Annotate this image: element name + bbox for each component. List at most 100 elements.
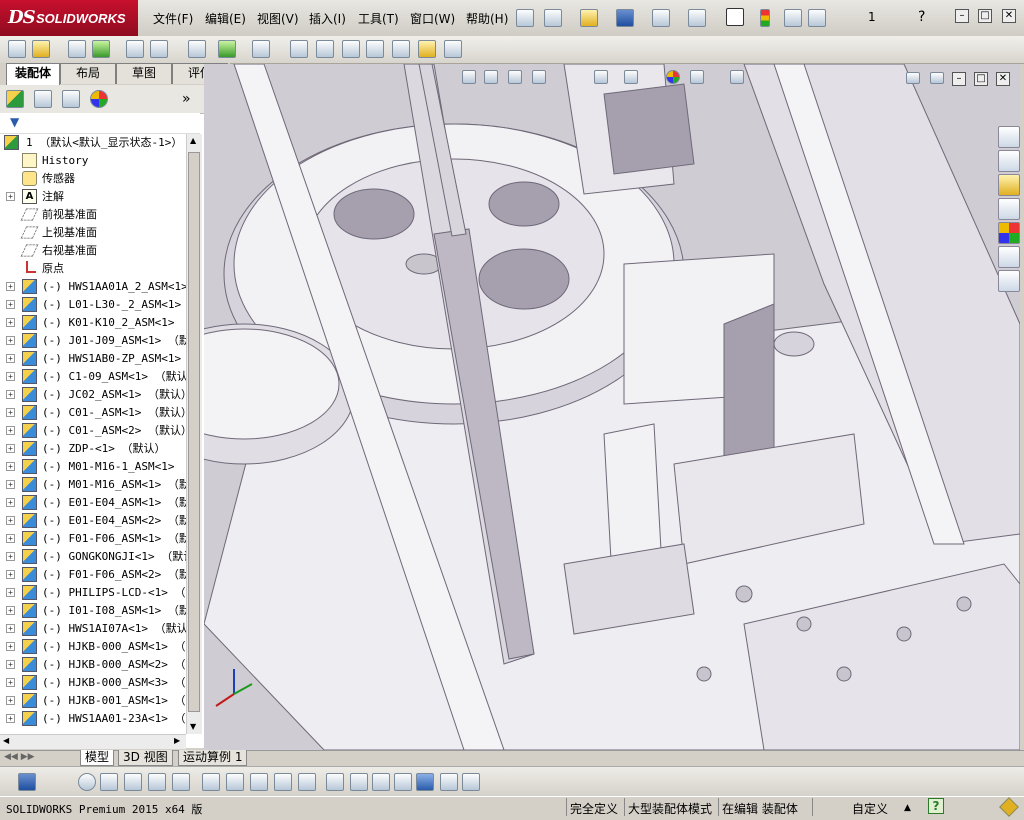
update-speedpak-icon[interactable] xyxy=(418,40,436,58)
pushpin-icon[interactable] xyxy=(516,9,534,27)
tab-motion-study[interactable]: 运动算例 1 xyxy=(178,750,248,766)
expand-node-icon[interactable]: + xyxy=(6,498,15,507)
menu-view[interactable]: 视图(V) xyxy=(257,10,299,27)
tree-item[interactable]: + (-) C01-_ASM<2> （默认） xyxy=(0,422,186,440)
view-orientation-icon[interactable] xyxy=(594,70,608,84)
close-button[interactable]: ✕ xyxy=(1002,9,1016,23)
tree-horizontal-scrollbar[interactable]: ◀ ▶ xyxy=(0,734,186,749)
new-document-icon[interactable] xyxy=(544,9,562,27)
viewport-minimize-button[interactable]: – xyxy=(952,72,966,86)
file-properties-icon[interactable] xyxy=(784,9,802,27)
expand-node-icon[interactable]: + xyxy=(6,318,15,327)
tree-item[interactable]: + (-) K01-K10_2_ASM<1> （默 xyxy=(0,314,186,332)
expand-node-icon[interactable]: + xyxy=(6,336,15,345)
expand-node-icon[interactable]: + xyxy=(6,678,15,687)
offset-icon[interactable] xyxy=(250,773,268,791)
tree-item[interactable]: 传感器 xyxy=(0,170,186,188)
scroll-left-icon[interactable]: ◀ xyxy=(3,736,9,745)
restore-button[interactable]: □ xyxy=(978,9,992,23)
tree-item[interactable]: 右视基准面 xyxy=(0,242,186,260)
tree-item[interactable]: + (-) HWS1AB0-ZP_ASM<1> （ xyxy=(0,350,186,368)
menu-window[interactable]: 窗口(W) xyxy=(410,10,455,27)
tab-model[interactable]: 模型 xyxy=(80,750,115,766)
mirror-icon[interactable] xyxy=(202,773,220,791)
viewport-split-icon[interactable] xyxy=(906,72,920,84)
tree-item[interactable]: + (-) ZDP-<1> （默认） xyxy=(0,440,186,458)
tree-item[interactable]: 上视基准面 xyxy=(0,224,186,242)
custom-properties-icon[interactable] xyxy=(998,246,1020,268)
expand-node-icon[interactable]: + xyxy=(6,660,15,669)
mate-icon[interactable] xyxy=(68,40,86,58)
expand-panel-icon[interactable]: » xyxy=(182,91,191,107)
scroll-down-icon[interactable]: ▼ xyxy=(190,722,196,731)
viewport-close-button[interactable]: ✕ xyxy=(996,72,1010,86)
solidworks-resources-icon[interactable] xyxy=(998,126,1020,148)
tree-item[interactable]: 原点 xyxy=(0,260,186,278)
circle-icon[interactable] xyxy=(78,773,96,791)
units-dropdown-icon[interactable]: ▲ xyxy=(904,803,911,813)
zoom-to-fit-icon[interactable] xyxy=(462,70,476,84)
instant3d-icon[interactable] xyxy=(392,40,410,58)
expand-node-icon[interactable]: + xyxy=(6,354,15,363)
explode-line-sketch-icon[interactable] xyxy=(366,40,384,58)
file-explorer-icon[interactable] xyxy=(998,174,1020,196)
assembly-features-icon[interactable] xyxy=(218,40,236,58)
tree-vertical-scrollbar[interactable]: ▲ ▼ xyxy=(186,134,202,734)
viewport-tile-icon[interactable] xyxy=(930,72,944,84)
angle-icon[interactable] xyxy=(172,773,190,791)
expand-node-icon[interactable]: + xyxy=(6,480,15,489)
tree-item[interactable]: + (-) E01-E04_ASM<1> （默认 xyxy=(0,494,186,512)
view-settings-icon[interactable] xyxy=(730,70,744,84)
expand-node-icon[interactable]: + xyxy=(6,282,15,291)
tab-assembly[interactable]: 装配体 xyxy=(6,63,60,86)
show-hidden-components-icon[interactable] xyxy=(188,40,206,58)
tree-item[interactable]: + (-) C01-_ASM<1> （默认） xyxy=(0,404,186,422)
tree-item[interactable]: + (-) HJKB-001_ASM<1> （默i xyxy=(0,692,186,710)
tree-item[interactable]: + (-) HWS1AI07A<1> （默认） xyxy=(0,620,186,638)
rebuild-traffic-light-icon[interactable] xyxy=(760,9,770,27)
move-component-icon[interactable] xyxy=(150,40,168,58)
tree-item[interactable]: + (-) HJKB-000_ASM<3> （默i xyxy=(0,674,186,692)
expand-node-icon[interactable]: + xyxy=(6,606,15,615)
feature-manager-tree-icon[interactable] xyxy=(6,90,24,108)
edit-appearance-icon[interactable] xyxy=(666,70,680,84)
tree-item[interactable]: + (-) E01-E04_ASM<2> （默认 xyxy=(0,512,186,530)
tab-scroll-arrows-icon[interactable]: ◀◀ ▶▶ xyxy=(4,752,35,762)
tree-item[interactable]: + (-) PHILIPS-LCD-<1> （默i xyxy=(0,584,186,602)
save-icon[interactable] xyxy=(616,9,634,27)
configuration-manager-icon[interactable] xyxy=(62,90,80,108)
tree-item[interactable]: + (-) M01-M16_ASM<1> （默认 xyxy=(0,476,186,494)
scroll-thumb[interactable] xyxy=(188,152,200,712)
line-icon[interactable] xyxy=(100,773,118,791)
help-icon[interactable]: ? xyxy=(928,798,944,814)
tree-item[interactable]: + (-) GONGKONGJI<1> （默认） xyxy=(0,548,186,566)
tree-item[interactable]: + (-) J01-J09_ASM<1> （默认 xyxy=(0,332,186,350)
expand-node-icon[interactable]: + xyxy=(6,192,15,201)
open-folder-icon[interactable] xyxy=(580,9,598,27)
tab-layout[interactable]: 布局 xyxy=(60,63,116,84)
tree-item[interactable]: + (-) F01-F06_ASM<1> （默认 xyxy=(0,530,186,548)
insert-component-icon[interactable] xyxy=(32,40,50,58)
view-palette-icon[interactable] xyxy=(998,198,1020,220)
expand-node-icon[interactable]: + xyxy=(6,516,15,525)
tree-item[interactable]: + (-) JC02_ASM<1> （默认） xyxy=(0,386,186,404)
tree-item[interactable]: + (-) I01-I08_ASM<1> （默认 xyxy=(0,602,186,620)
filter-bar[interactable]: ▼ xyxy=(0,113,200,134)
design-library-icon[interactable] xyxy=(998,150,1020,172)
units-selector[interactable]: 自定义 xyxy=(852,800,888,817)
expand-node-icon[interactable]: + xyxy=(6,534,15,543)
save-icon[interactable] xyxy=(18,773,36,791)
section-view-icon[interactable] xyxy=(532,70,546,84)
expand-node-icon[interactable]: + xyxy=(6,588,15,597)
expand-node-icon[interactable]: + xyxy=(6,570,15,579)
table-icon[interactable] xyxy=(462,773,480,791)
menu-file[interactable]: 文件(F) xyxy=(153,10,193,27)
expand-node-icon[interactable]: + xyxy=(6,696,15,705)
solidworks-forum-icon[interactable] xyxy=(998,270,1020,292)
tab-sketch[interactable]: 草图 xyxy=(116,63,172,84)
box-wireframe-icon[interactable] xyxy=(394,773,412,791)
tree-item[interactable]: 前视基准面 xyxy=(0,206,186,224)
scroll-right-icon[interactable]: ▶ xyxy=(174,736,180,745)
menu-help[interactable]: 帮助(H) xyxy=(466,10,508,27)
tree-item[interactable]: + (-) HJKB-000_ASM<2> （默i xyxy=(0,656,186,674)
